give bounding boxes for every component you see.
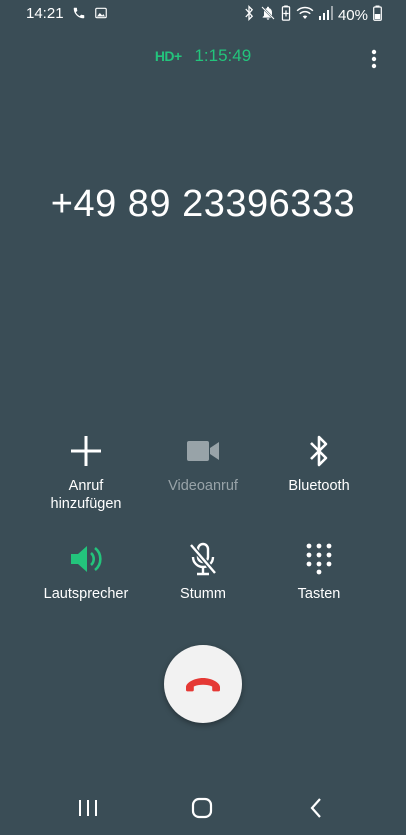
hd-voice-badge: HD+ (154, 48, 182, 64)
back-button[interactable] (304, 796, 332, 820)
mute-button[interactable]: Stumm (143, 541, 263, 603)
call-info-row: HD+ 1:15:49 (0, 46, 406, 66)
image-icon (94, 6, 108, 25)
speaker-button[interactable]: Lautsprecher (26, 541, 146, 603)
mute-notifications-icon (260, 5, 276, 25)
add-call-label-line1: Anruf (68, 478, 104, 494)
video-call-button[interactable]: Videoanruf (143, 433, 263, 495)
status-time: 14:21 (26, 5, 64, 22)
battery-icon (373, 5, 382, 25)
home-icon (191, 797, 213, 819)
mute-label: Stumm (180, 586, 226, 602)
phone-number: +49 89 23396333 (50, 183, 356, 225)
bluetooth-icon (259, 433, 379, 469)
add-call-button[interactable]: Anruf hinzufügen (26, 433, 146, 513)
recents-button[interactable] (74, 796, 102, 820)
bluetooth-button[interactable]: Bluetooth (259, 433, 379, 495)
phone-icon (72, 6, 86, 25)
video-camera-icon (143, 433, 263, 469)
keypad-button[interactable]: Tasten (259, 541, 379, 603)
call-duration: 1:15:49 (194, 46, 252, 65)
speaker-icon (26, 541, 146, 577)
navigation-bar (0, 780, 406, 835)
video-call-label: Videoanruf (168, 478, 238, 494)
signal-icon (318, 6, 333, 24)
back-icon (310, 798, 321, 818)
wifi-icon (296, 6, 314, 24)
keypad-label: Tasten (297, 586, 341, 602)
end-call-button[interactable] (164, 645, 242, 723)
recents-icon (79, 800, 97, 816)
add-call-label-line2: hinzufügen (50, 496, 122, 512)
dialpad-icon (259, 541, 379, 577)
bluetooth-label: Bluetooth (288, 478, 350, 494)
battery-saver-icon (281, 5, 291, 25)
plus-icon (26, 433, 146, 469)
status-bar: 14:21 40% (0, 0, 406, 28)
battery-percent: 40% (337, 6, 368, 24)
end-call-icon (186, 678, 220, 692)
speaker-label: Lautsprecher (43, 586, 129, 602)
more-options-button[interactable] (368, 48, 380, 70)
mic-off-icon (143, 541, 263, 577)
more-icon (371, 49, 377, 69)
home-button[interactable] (189, 796, 217, 820)
bluetooth-icon (243, 5, 255, 25)
